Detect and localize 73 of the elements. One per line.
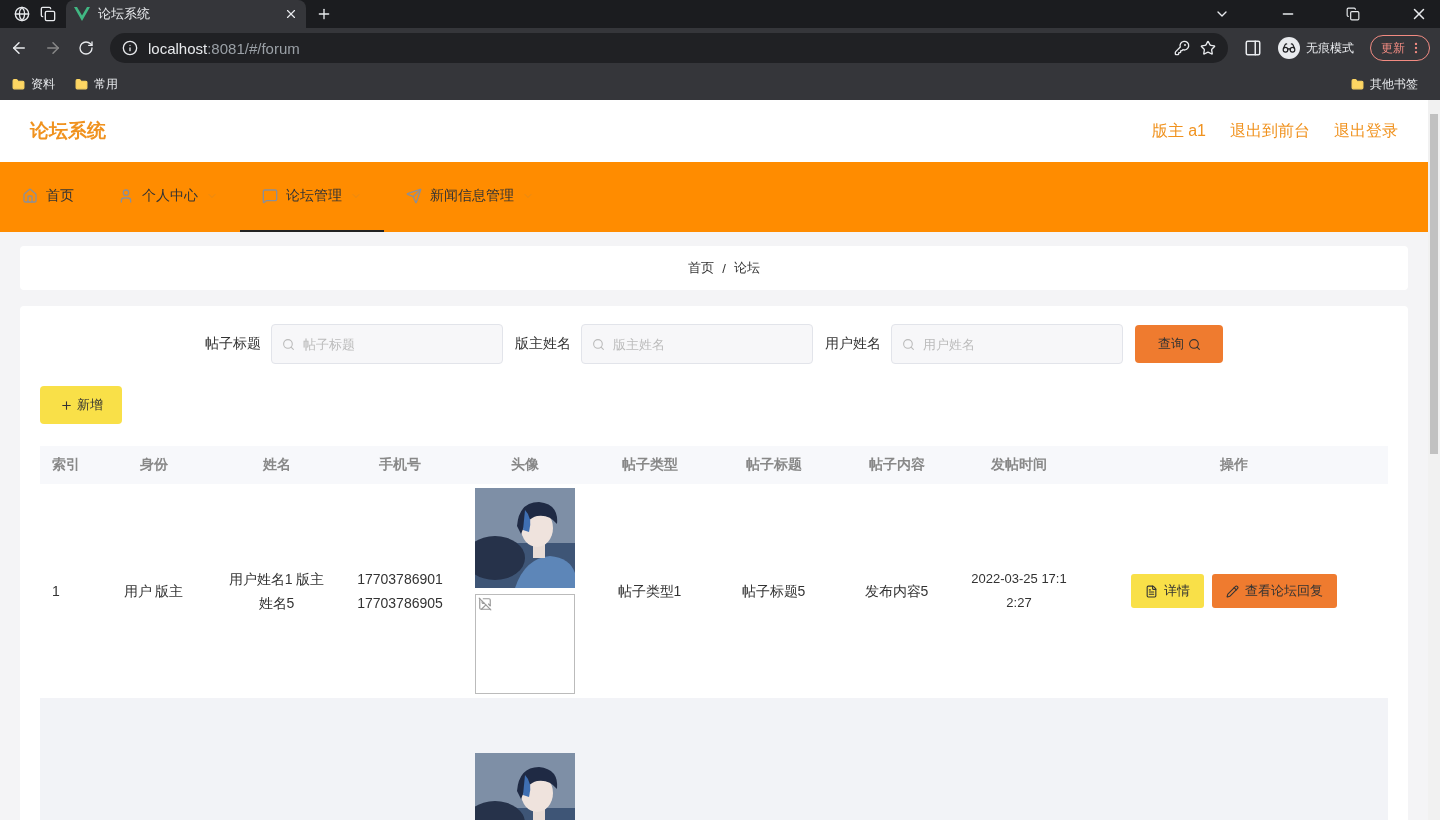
table-cell: 帖子标题5 [741,583,806,599]
breadcrumb-item[interactable]: 首页 [688,259,715,277]
detail-button[interactable]: 详情 [1131,574,1204,608]
table-cell: 2022-03-25 17:12:27 [971,571,1067,610]
incognito-icon [1278,37,1300,59]
pencil-icon [1226,584,1239,598]
side-panel-icon[interactable] [1244,39,1262,57]
table-cell: 帖子类型1 [617,583,682,599]
search-input[interactable]: 版主姓名 [611,335,802,353]
search-input[interactable]: 用户姓名 [921,335,1112,353]
search-icon [592,337,605,351]
nav-item[interactable]: 新闻信息管理 [384,162,556,232]
column-header: 身份 [138,456,169,474]
search-icon [902,337,915,351]
reply-button[interactable]: 查看论坛回复 [1212,574,1337,608]
bookmark-link[interactable]: 常用 [94,75,118,93]
address-bar[interactable]: localhost:8081/#/forum [110,33,1228,63]
nav-item[interactable]: 论坛管理 [240,162,384,232]
field-label: 帖子标题 [205,335,261,353]
send-icon [406,188,422,204]
query-button[interactable]: 查询 [1135,325,1223,363]
incognito-label: 无痕模式 [1306,39,1354,57]
table-cell: 发布内容5 [864,583,929,599]
tab-group-icon[interactable] [40,6,56,22]
nav-item[interactable]: 个人中心 [96,162,240,232]
reload-icon[interactable] [78,40,94,56]
folder-icon [1351,77,1364,91]
close-icon[interactable] [284,7,298,21]
user-icon [118,188,134,204]
restore-icon[interactable] [1346,7,1360,21]
column-header: 发帖时间 [990,456,1048,474]
new-tab-icon[interactable] [316,6,332,22]
home-icon [22,188,38,204]
scrollbar-thumb[interactable] [1430,114,1438,454]
nav-item[interactable]: 首页 [0,162,96,232]
folder-icon [75,77,88,91]
bookmark-link[interactable]: 资料 [31,75,55,93]
table-cell: 用户姓名1 版主姓名5 [228,571,325,611]
document-icon [1145,584,1158,598]
folder-icon [12,77,25,91]
back-icon[interactable] [10,39,28,57]
column-header: 手机号 [378,456,422,474]
search-field[interactable]: 版主姓名 [581,324,813,364]
star-icon[interactable] [1200,40,1216,56]
breadcrumb-separator: / [722,260,726,276]
search-icon [1187,337,1201,351]
column-header: 头像 [509,456,540,474]
broken-image-icon [477,597,492,611]
browser-tab[interactable]: 论坛系统 [66,0,306,28]
field-label: 版主姓名 [515,335,571,353]
column-header: 索引 [51,456,81,474]
plus-icon [59,398,73,412]
column-header: 帖子类型 [620,456,679,474]
search-field[interactable]: 用户姓名 [891,324,1123,364]
info-icon[interactable] [122,40,138,56]
field-label: 用户姓名 [825,335,881,353]
table-cell: 用户 版主 [123,583,184,599]
add-button[interactable]: 新增 [40,386,122,424]
table-cell: 17703786901 17703786905 [357,571,443,611]
table-cell: 1 [52,583,60,599]
column-header: 帖子标题 [744,456,803,474]
message-icon [262,188,278,204]
vue-logo-icon [74,7,90,21]
bookmark-link[interactable]: 其他书签 [1370,75,1418,93]
site-title: 论坛系统 [30,119,107,143]
column-header: 帖子内容 [867,456,926,474]
breadcrumb-item[interactable]: 论坛 [733,259,760,277]
column-header: 操作 [1219,456,1249,474]
key-icon[interactable] [1174,40,1190,56]
globe-icon[interactable] [14,6,30,22]
column-header: 姓名 [261,456,292,474]
search-icon [282,337,295,351]
forward-icon[interactable] [44,39,62,57]
